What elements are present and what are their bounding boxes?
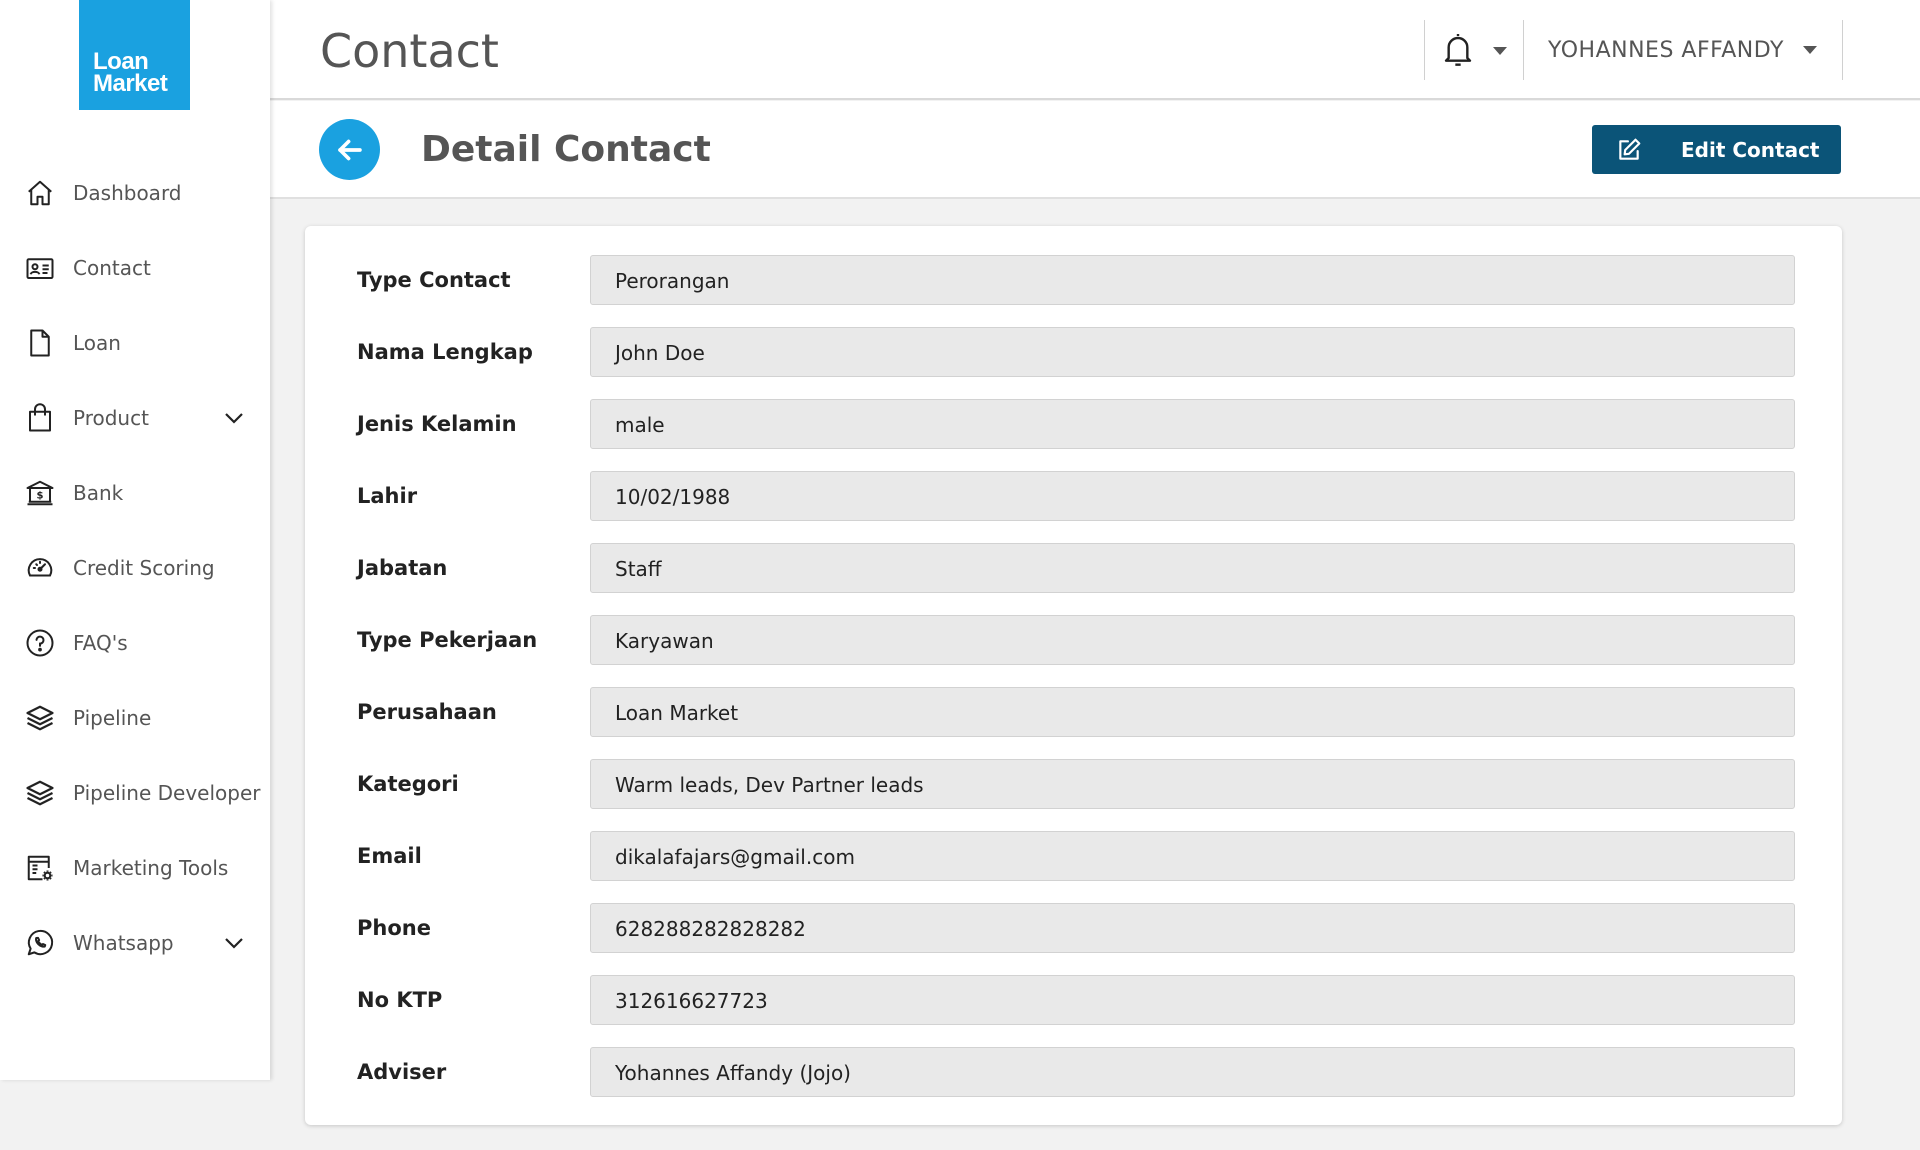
contact-card-icon [24,254,56,282]
email-field[interactable]: dikalafajars@gmail.com [590,831,1795,881]
logo-line-2: Market [93,70,168,97]
section-title: Detail Contact [421,129,711,170]
field-label: Jabatan [357,556,448,580]
sidebar-item-product[interactable]: Product [0,393,270,443]
svg-text:$: $ [37,491,44,502]
sidebar-item-label: Credit Scoring [73,556,215,580]
lahir-field[interactable]: 10/02/1988 [590,471,1795,521]
document-icon [24,329,56,357]
field-row-no-ktp: No KTP 312616627723 [305,975,1842,1025]
sidebar-item-label: Pipeline [73,706,152,730]
field-row-kategori: Kategori Warm leads, Dev Partner leads [305,759,1842,809]
perusahaan-field[interactable]: Loan Market [590,687,1795,737]
chevron-down-icon[interactable] [222,406,246,430]
sidebar-item-contact[interactable]: Contact [0,243,270,293]
sidebar-item-label: Bank [73,481,124,505]
field-label: Kategori [357,772,459,796]
field-row-nama-lengkap: Nama Lengkap John Doe [305,327,1842,377]
sidebar-item-marketing-tools[interactable]: Marketing Tools [0,843,270,893]
help-circle-icon [24,629,56,657]
user-menu-caret-icon[interactable] [1803,46,1817,54]
sidebar-item-pipeline[interactable]: Pipeline [0,693,270,743]
notification-dropdown-caret-icon[interactable] [1493,47,1507,55]
field-label: No KTP [357,988,443,1012]
sidebar-item-label: Contact [73,256,151,280]
field-label: Jenis Kelamin [357,412,517,436]
sidebar-item-bank[interactable]: $ Bank [0,468,270,518]
field-row-jenis-kelamin: Jenis Kelamin male [305,399,1842,449]
field-row-phone: Phone 628288282828282 [305,903,1842,953]
field-row-lahir: Lahir 10/02/1988 [305,471,1842,521]
field-label: Nama Lengkap [357,340,533,364]
field-label: Lahir [357,484,418,508]
contact-detail-card: Type Contact Perorangan Nama Lengkap Joh… [305,226,1842,1125]
detail-toolbar: Detail Contact Edit Contact [270,101,1920,199]
field-label: Type Pekerjaan [357,628,538,652]
sidebar-item-label: Dashboard [73,181,182,205]
sidebar-item-whatsapp[interactable]: Whatsapp [0,918,270,968]
top-header: Contact YOHANNES AFFANDY [270,0,1920,100]
header-divider [1842,20,1843,80]
sidebar-item-label: Pipeline Developer [73,781,261,805]
sidebar-item-dashboard[interactable]: Dashboard [0,168,270,218]
header-divider [1424,20,1425,80]
field-row-type-contact: Type Contact Perorangan [305,255,1842,305]
gauge-icon [24,554,56,582]
field-label: Perusahaan [357,700,497,724]
edit-contact-label: Edit Contact [1681,138,1820,162]
sidebar-item-label: Product [73,406,149,430]
type-pekerjaan-field[interactable]: Karyawan [590,615,1795,665]
back-button[interactable] [319,119,380,180]
sidebar-item-label: Loan [73,331,121,355]
sidebar-item-credit-scoring[interactable]: Credit Scoring [0,543,270,593]
field-row-perusahaan: Perusahaan Loan Market [305,687,1842,737]
field-label: Adviser [357,1060,447,1084]
home-icon [24,179,56,207]
field-row-email: Email dikalafajars@gmail.com [305,831,1842,881]
sidebar: Loan Market Dashboard Contact Loan Produ… [0,0,270,1080]
phone-field[interactable]: 628288282828282 [590,903,1795,953]
kategori-field[interactable]: Warm leads, Dev Partner leads [590,759,1795,809]
header-divider [1523,20,1524,80]
tools-settings-icon [24,854,56,882]
page-title: Contact [320,24,499,78]
sidebar-item-label: FAQ's [73,631,128,655]
sidebar-item-loan[interactable]: Loan [0,318,270,368]
sidebar-item-label: Whatsapp [73,931,174,955]
field-label: Type Contact [357,268,511,292]
layers-icon [24,779,56,807]
bank-icon: $ [24,479,56,507]
sidebar-item-faqs[interactable]: FAQ's [0,618,270,668]
no-ktp-field[interactable]: 312616627723 [590,975,1795,1025]
nama-lengkap-field[interactable]: John Doe [590,327,1795,377]
notification-bell-icon[interactable] [1442,30,1474,70]
app-root: Loan Market Dashboard Contact Loan Produ… [0,0,1920,1150]
brand-logo[interactable]: Loan Market [79,0,190,110]
field-label: Email [357,844,422,868]
chevron-down-icon[interactable] [222,931,246,955]
field-row-type-pekerjaan: Type Pekerjaan Karyawan [305,615,1842,665]
field-row-adviser: Adviser Yohannes Affandy (Jojo) [305,1047,1842,1097]
layers-icon [24,704,56,732]
sidebar-item-label: Marketing Tools [73,856,229,880]
arrow-left-icon [337,139,362,160]
adviser-field[interactable]: Yohannes Affandy (Jojo) [590,1047,1795,1097]
field-row-jabatan: Jabatan Staff [305,543,1842,593]
user-menu-name[interactable]: YOHANNES AFFANDY [1548,38,1784,63]
sidebar-item-pipeline-developer[interactable]: Pipeline Developer [0,768,270,818]
jenis-kelamin-field[interactable]: male [590,399,1795,449]
edit-icon [1619,138,1641,160]
jabatan-field[interactable]: Staff [590,543,1795,593]
whatsapp-icon [24,929,56,957]
edit-contact-button[interactable]: Edit Contact [1592,125,1841,174]
shopping-bag-icon [24,403,56,432]
field-label: Phone [357,916,431,940]
type-contact-field[interactable]: Perorangan [590,255,1795,305]
